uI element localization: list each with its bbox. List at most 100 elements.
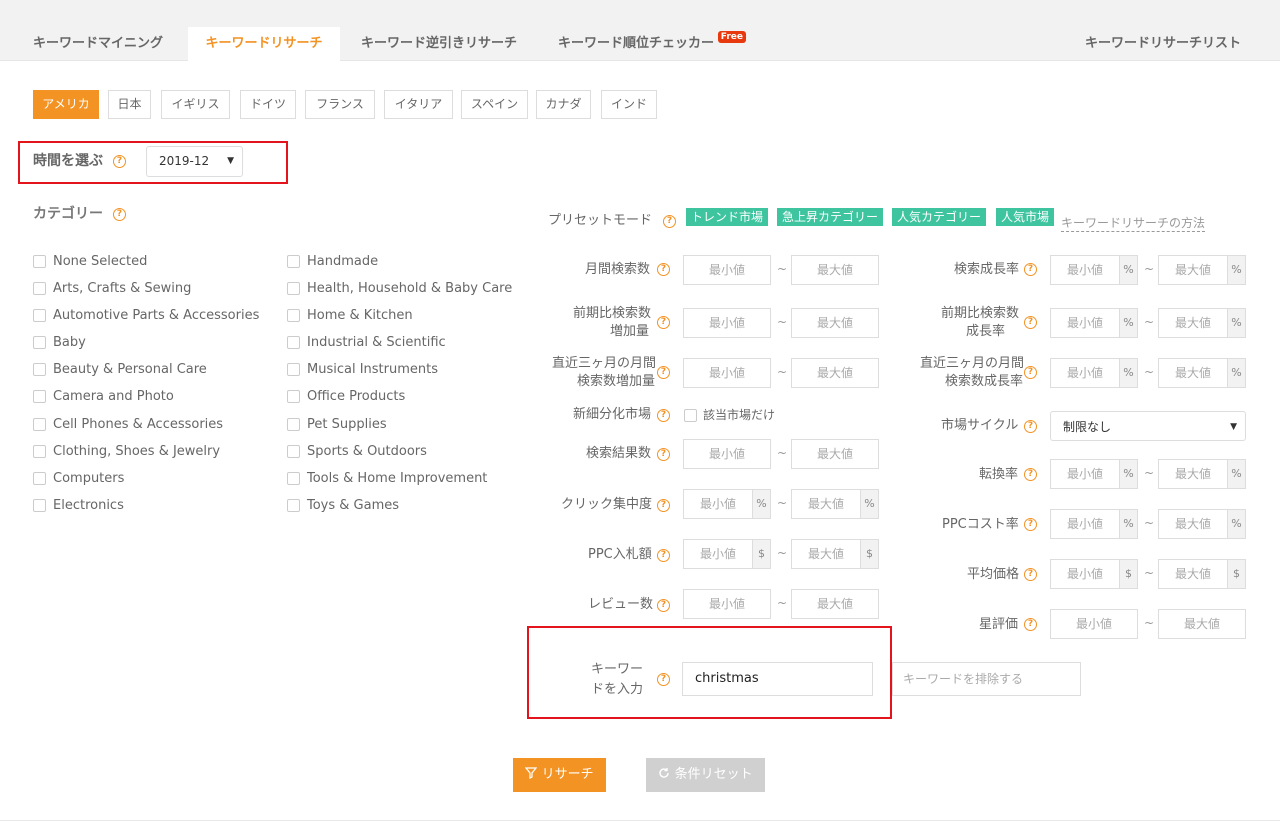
help-icon[interactable]: ?: [657, 263, 670, 276]
category-checkbox[interactable]: [33, 472, 46, 485]
preset-tag-popular-market[interactable]: 人気市場: [996, 208, 1055, 226]
monthly-min-input[interactable]: 最小値: [683, 255, 771, 285]
category-checkbox[interactable]: [33, 255, 46, 268]
category-checkbox[interactable]: [33, 363, 46, 376]
cycle-select[interactable]: 制限なし ▼: [1050, 411, 1246, 441]
country-germany[interactable]: ドイツ: [240, 90, 296, 119]
avg-price-min-input[interactable]: 最小値 $: [1050, 559, 1138, 589]
growth2-label-2: 成長率: [966, 324, 1006, 339]
ppc-bid-max-input[interactable]: 最大値 $: [791, 539, 879, 569]
category-checkbox[interactable]: [287, 363, 300, 376]
help-icon[interactable]: ?: [1024, 263, 1037, 276]
conversion-min-input[interactable]: 最小値%: [1050, 459, 1138, 489]
recent-growth-max-input[interactable]: 最大値%: [1158, 358, 1246, 388]
ppc-cost-label: PPCコスト率: [942, 517, 1019, 532]
help-icon[interactable]: ?: [657, 316, 670, 329]
click-min-input[interactable]: 最小値%: [683, 489, 771, 519]
tab-rank-checker[interactable]: キーワード順位チェッカー Free: [542, 27, 747, 61]
recent-min-input[interactable]: 最小値: [683, 358, 771, 388]
category-checkbox[interactable]: [33, 309, 46, 322]
tab-keyword-research[interactable]: キーワードリサーチ: [188, 27, 340, 61]
category-checkbox[interactable]: [287, 309, 300, 322]
rating-min-input[interactable]: 最小値: [1050, 609, 1138, 639]
country-spain[interactable]: スペイン: [461, 90, 528, 119]
research-button[interactable]: リサーチ: [513, 758, 606, 792]
exclude-keyword-input[interactable]: キーワードを排除する: [892, 662, 1081, 696]
tab-keyword-mining[interactable]: キーワードマイニング: [17, 27, 179, 61]
help-icon[interactable]: ?: [657, 499, 670, 512]
time-select[interactable]: 2019-12 ▼: [146, 146, 243, 177]
click-max-input[interactable]: 最大値%: [791, 489, 879, 519]
growth-min-input[interactable]: 最小値%: [1050, 255, 1138, 285]
reviews-max-input[interactable]: 最大値: [791, 589, 879, 619]
tab-research-list[interactable]: キーワードリサーチリスト: [1069, 27, 1257, 61]
growth2-max-input[interactable]: 最大値%: [1158, 308, 1246, 338]
rating-max-input[interactable]: 最大値: [1158, 609, 1246, 639]
results-max-input[interactable]: 最大値: [791, 439, 879, 469]
category-checkbox[interactable]: [33, 445, 46, 458]
category-checkbox[interactable]: [287, 418, 300, 431]
increase-min-input[interactable]: 最小値: [683, 308, 771, 338]
country-italy[interactable]: イタリア: [384, 90, 453, 119]
country-canada[interactable]: カナダ: [536, 90, 591, 119]
help-icon[interactable]: ?: [657, 599, 670, 612]
category-checkbox[interactable]: [287, 472, 300, 485]
recent-max-input[interactable]: 最大値: [791, 358, 879, 388]
ppc-cost-min-placeholder: 最小値: [1066, 517, 1103, 531]
growth2-min-input[interactable]: 最小値%: [1050, 308, 1138, 338]
tab-reverse-research[interactable]: キーワード逆引きリサーチ: [345, 27, 533, 61]
keyword-input[interactable]: christmas: [682, 662, 873, 696]
help-icon[interactable]: ?: [657, 549, 670, 562]
research-method-link[interactable]: キーワードリサーチの方法: [1061, 215, 1206, 232]
results-min-input[interactable]: 最小値: [683, 439, 771, 469]
ppc-cost-min-input[interactable]: 最小値%: [1050, 509, 1138, 539]
help-icon[interactable]: ?: [663, 215, 676, 228]
category-checkbox[interactable]: [287, 255, 300, 268]
range-tilde: ~: [777, 496, 788, 510]
help-icon[interactable]: ?: [1024, 316, 1037, 329]
preset-tag-trend[interactable]: トレンド市場: [686, 208, 769, 226]
category-checkbox[interactable]: [33, 282, 46, 295]
category-checkbox[interactable]: [33, 390, 46, 403]
ppc-bid-min-input[interactable]: 最小値 $: [683, 539, 771, 569]
country-japan[interactable]: 日本: [108, 90, 151, 119]
category-checkbox[interactable]: [33, 336, 46, 349]
category-checkbox[interactable]: [287, 282, 300, 295]
country-india[interactable]: インド: [601, 90, 657, 119]
category-checkbox[interactable]: [287, 445, 300, 458]
country-usa[interactable]: アメリカ: [33, 90, 99, 119]
help-icon[interactable]: ?: [657, 673, 670, 686]
reviews-min-input[interactable]: 最小値: [683, 589, 771, 619]
category-label-item: Electronics: [53, 498, 124, 513]
percent-unit: %: [1227, 256, 1245, 284]
preset-tag-rising[interactable]: 急上昇カテゴリー: [777, 208, 884, 226]
reset-button[interactable]: 条件リセット: [646, 758, 765, 792]
monthly-max-input[interactable]: 最大値: [791, 255, 879, 285]
increase-max-input[interactable]: 最大値: [791, 308, 879, 338]
category-checkbox[interactable]: [287, 336, 300, 349]
country-france[interactable]: フランス: [305, 90, 375, 119]
help-icon[interactable]: ?: [657, 409, 670, 422]
help-icon[interactable]: ?: [657, 448, 670, 461]
help-icon[interactable]: ?: [113, 155, 126, 168]
help-icon[interactable]: ?: [1024, 518, 1037, 531]
help-icon[interactable]: ?: [1024, 568, 1037, 581]
conversion-max-input[interactable]: 最大値%: [1158, 459, 1246, 489]
preset-tag-popular-category[interactable]: 人気カテゴリー: [892, 208, 987, 226]
niche-checkbox[interactable]: [684, 409, 697, 422]
recent-growth-min-input[interactable]: 最小値%: [1050, 358, 1138, 388]
avg-price-max-input[interactable]: 最大値 $: [1158, 559, 1246, 589]
ppc-cost-max-input[interactable]: 最大値%: [1158, 509, 1246, 539]
help-icon[interactable]: ?: [1024, 420, 1037, 433]
category-checkbox[interactable]: [33, 499, 46, 512]
country-uk[interactable]: イギリス: [161, 90, 230, 119]
growth-max-input[interactable]: 最大値%: [1158, 255, 1246, 285]
category-checkbox[interactable]: [287, 499, 300, 512]
help-icon[interactable]: ?: [1024, 366, 1037, 379]
category-checkbox[interactable]: [287, 390, 300, 403]
help-icon[interactable]: ?: [113, 208, 126, 221]
help-icon[interactable]: ?: [1024, 618, 1037, 631]
help-icon[interactable]: ?: [657, 366, 670, 379]
help-icon[interactable]: ?: [1024, 468, 1037, 481]
category-checkbox[interactable]: [33, 418, 46, 431]
